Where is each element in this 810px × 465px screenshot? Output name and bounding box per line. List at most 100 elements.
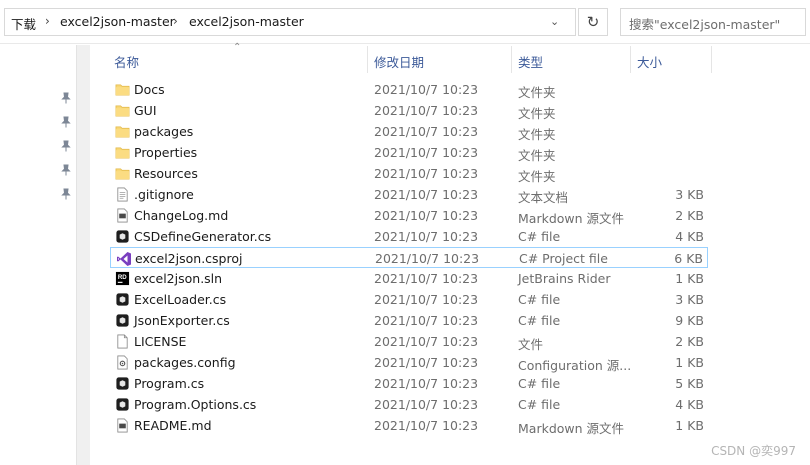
visual-studio-icon	[116, 251, 131, 266]
pin-icon[interactable]	[60, 188, 72, 200]
file-name: Program.Options.cs	[134, 397, 257, 412]
file-type: 文本文档	[518, 190, 569, 205]
file-name: Properties	[134, 145, 198, 160]
file-row[interactable]: Program.cs 2021/10/7 10:23 C# file 5 KB	[110, 373, 708, 394]
column-header-size[interactable]: 大小	[637, 52, 662, 74]
file-type: 文件夹	[518, 85, 556, 100]
column-header-name[interactable]: 名称	[114, 52, 139, 74]
file-name: excel2json.csproj	[135, 251, 243, 266]
folder-icon	[115, 82, 130, 97]
pin-icon[interactable]	[60, 92, 72, 104]
file-modified-date: 2021/10/7 10:23	[374, 82, 479, 97]
breadcrumb-item-downloads[interactable]: 下载	[11, 14, 36, 33]
file-modified-date: 2021/10/7 10:23	[374, 397, 479, 412]
file-row[interactable]: README.md 2021/10/7 10:23 Markdown 源文件 1 KB	[110, 415, 708, 436]
column-divider[interactable]	[630, 46, 631, 73]
file-row[interactable]: excel2json.csproj 2021/10/7 10:23 C# Proje…	[110, 247, 708, 268]
file-modified-date: 2021/10/7 10:23	[374, 166, 479, 181]
folder-icon	[115, 124, 130, 139]
markdown-file-icon	[115, 418, 130, 433]
file-row[interactable]: Properties 2021/10/7 10:23 文件夹	[110, 142, 708, 163]
file-row[interactable]: GUI 2021/10/7 10:23 文件夹	[110, 100, 708, 121]
file-modified-date: 2021/10/7 10:23	[374, 187, 479, 202]
file-modified-date: 2021/10/7 10:23	[374, 376, 479, 391]
file-size: 3 KB	[675, 292, 704, 307]
file-type: C# file	[518, 229, 561, 244]
file-row[interactable]: packages 2021/10/7 10:23 文件夹	[110, 121, 708, 142]
pane-splitter[interactable]	[76, 45, 90, 465]
file-name: JsonExporter.cs	[134, 313, 230, 328]
pin-icon[interactable]	[60, 116, 72, 128]
csharp-file-icon	[115, 376, 130, 391]
file-size: 6 KB	[674, 251, 703, 266]
chevron-down-icon[interactable]: ⌄	[550, 15, 559, 28]
file-type: Configuration 源...	[518, 358, 632, 373]
folder-icon	[115, 103, 130, 118]
column-divider[interactable]	[367, 46, 368, 73]
file-row[interactable]: Program.Options.cs 2021/10/7 10:23 C# file…	[110, 394, 708, 415]
column-divider[interactable]	[711, 46, 712, 73]
file-row[interactable]: ChangeLog.md 2021/10/7 10:23 Markdown 源文件 2…	[110, 205, 708, 226]
file-row[interactable]: CSDefineGenerator.cs 2021/10/7 10:23 C# fi…	[110, 226, 708, 247]
file-row[interactable]: Docs 2021/10/7 10:23 文件夹	[110, 79, 708, 100]
file-name: .gitignore	[134, 187, 194, 202]
csharp-file-icon	[115, 229, 130, 244]
breadcrumb-separator-icon[interactable]: ›	[173, 14, 178, 28]
file-row[interactable]: Resources 2021/10/7 10:23 文件夹	[110, 163, 708, 184]
file-type: 文件夹	[518, 148, 556, 163]
file-type: Markdown 源文件	[518, 211, 625, 226]
file-modified-date: 2021/10/7 10:23	[374, 124, 479, 139]
column-header-modified[interactable]: 修改日期	[374, 52, 424, 74]
file-name: ChangeLog.md	[134, 208, 229, 223]
file-modified-date: 2021/10/7 10:23	[374, 418, 479, 433]
csharp-file-icon	[115, 292, 130, 307]
folder-icon	[115, 145, 130, 160]
file-name: GUI	[134, 103, 157, 118]
pin-icon[interactable]	[60, 164, 72, 176]
file-name: Program.cs	[134, 376, 205, 391]
file-row[interactable]: JsonExporter.cs 2021/10/7 10:23 C# file 9 K…	[110, 310, 708, 331]
file-modified-date: 2021/10/7 10:23	[374, 334, 479, 349]
navigation-pane	[0, 45, 76, 465]
file-type: 文件夹	[518, 169, 556, 184]
file-row[interactable]: ExcelLoader.cs 2021/10/7 10:23 C# file 3 KB	[110, 289, 708, 310]
search-placeholder: 搜索"excel2json-master"	[629, 17, 781, 32]
file-type: 文件夹	[518, 127, 556, 142]
svg-text:RD: RD	[118, 274, 127, 281]
pin-icon[interactable]	[60, 140, 72, 152]
file-name: README.md	[134, 418, 212, 433]
file-name: Resources	[134, 166, 198, 181]
file-name: packages.config	[134, 355, 236, 370]
file-modified-date: 2021/10/7 10:23	[374, 355, 479, 370]
file-type: C# file	[518, 397, 561, 412]
file-modified-date: 2021/10/7 10:23	[375, 251, 480, 266]
breadcrumb-item-parent[interactable]: excel2json-master	[60, 14, 175, 29]
file-type: C# file	[518, 376, 561, 391]
file-row[interactable]: packages.config 2021/10/7 10:23 Configurat…	[110, 352, 708, 373]
file-modified-date: 2021/10/7 10:23	[374, 313, 479, 328]
config-file-icon	[115, 355, 130, 370]
file-size: 1 KB	[675, 355, 704, 370]
file-row[interactable]: .gitignore 2021/10/7 10:23 文本文档 3 KB	[110, 184, 708, 205]
file-row[interactable]: RD excel2json.sln 2021/10/7 10:23 JetBrains…	[110, 268, 708, 289]
search-input[interactable]: 搜索"excel2json-master"	[620, 8, 806, 36]
address-bar[interactable]: 下载 › excel2json-master › excel2json-mast…	[4, 8, 576, 36]
column-divider[interactable]	[511, 46, 512, 73]
file-size: 2 KB	[675, 334, 704, 349]
file-modified-date: 2021/10/7 10:23	[374, 145, 479, 160]
column-header-type[interactable]: 类型	[518, 52, 543, 74]
file-size: 1 KB	[675, 418, 704, 433]
file-size: 9 KB	[675, 313, 704, 328]
file-type: C# file	[518, 313, 561, 328]
file-name: LICENSE	[134, 334, 187, 349]
file-name: Docs	[134, 82, 165, 97]
file-size: 2 KB	[675, 208, 704, 223]
refresh-button[interactable]: ↻	[578, 8, 608, 36]
csharp-file-icon	[115, 313, 130, 328]
breadcrumb-separator-icon[interactable]: ›	[45, 14, 50, 28]
text-file-icon	[115, 187, 130, 202]
breadcrumb-item-current[interactable]: excel2json-master	[189, 14, 304, 29]
file-row[interactable]: LICENSE 2021/10/7 10:23 文件 2 KB	[110, 331, 708, 352]
csharp-file-icon	[115, 397, 130, 412]
file-size: 4 KB	[675, 229, 704, 244]
